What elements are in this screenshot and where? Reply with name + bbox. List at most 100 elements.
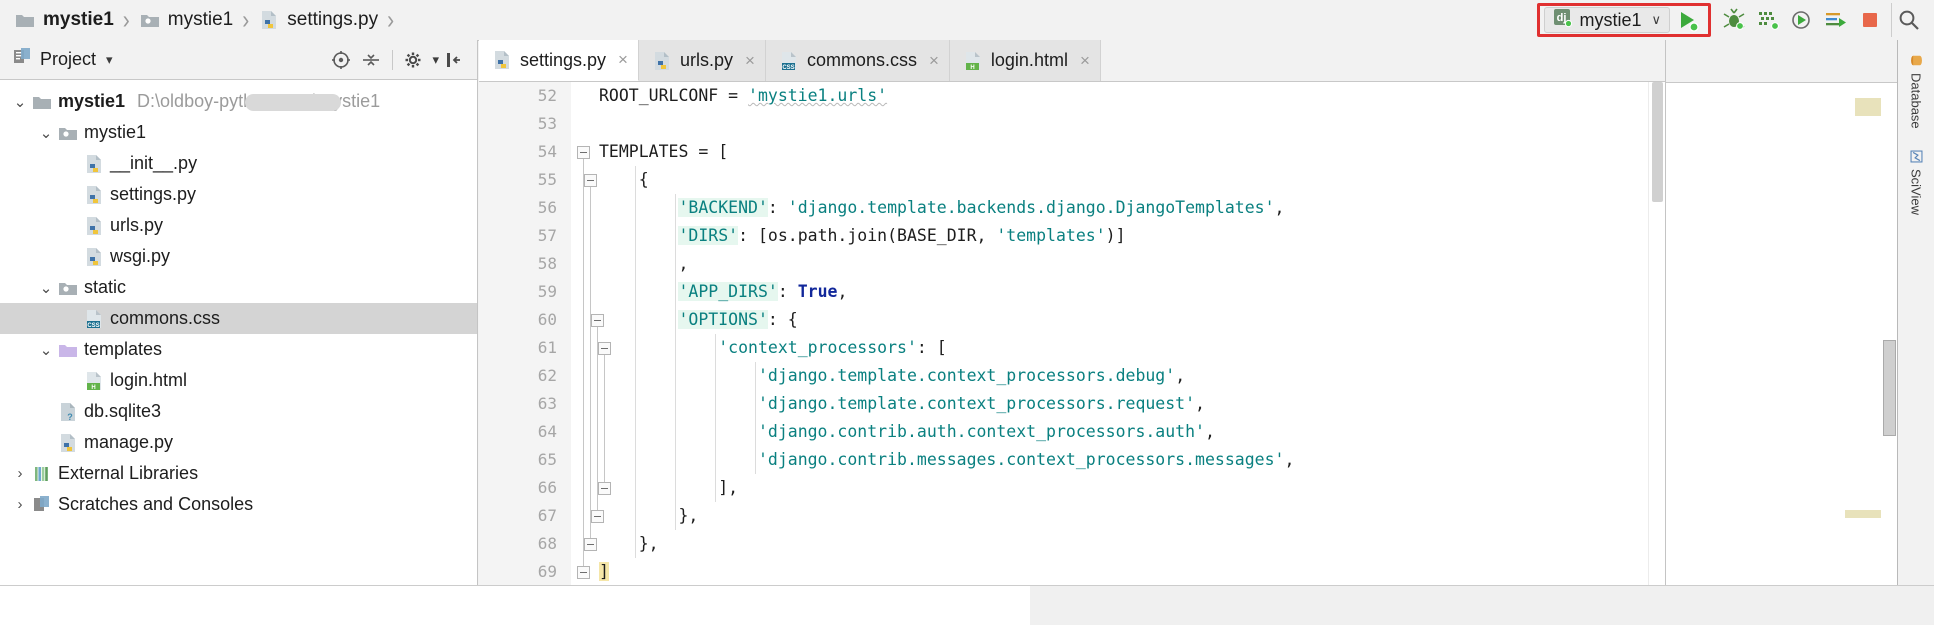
chevron-right-icon[interactable]: › (10, 465, 30, 482)
tree-item-scratches-and-consoles[interactable]: › Scratches and Consoles (0, 489, 477, 520)
status-bar-left-region (0, 586, 1030, 625)
code-line: 'django.contrib.messages.context_process… (599, 446, 1665, 474)
tree-item-commons-css[interactable]: CSS commons.css (0, 303, 477, 334)
code-token: 'context_processors' (718, 338, 917, 357)
tree-item-mystie1[interactable]: ⌄ mystie1 (0, 117, 477, 148)
tree-item-label: mystie1 (84, 122, 147, 142)
tool-window-tab-sciview[interactable]: SciView (1907, 142, 1926, 222)
code-token: , (837, 282, 848, 301)
hide-panel-button[interactable] (439, 45, 469, 75)
tree-item-manage-py[interactable]: manage.py (0, 427, 477, 458)
fold-toggle-icon[interactable] (577, 146, 590, 159)
code-token: True (797, 282, 838, 301)
project-tree[interactable]: ⌄mystie1D:\oldboy-python-s 00\mystie1⌄my… (0, 80, 477, 520)
breadcrumb-item-mystie1[interactable]: mystie1 (14, 0, 114, 40)
code-token: )] (1105, 226, 1126, 245)
tree-item-urls-py[interactable]: urls.py (0, 210, 477, 241)
breadcrumb-item-mystie1[interactable]: mystie1 (139, 0, 233, 40)
editor-tab-commons-css[interactable]: CSS commons.css × (765, 40, 950, 81)
code-line: }, (599, 502, 1665, 530)
chevron-down-icon[interactable]: ⌄ (36, 341, 56, 359)
python-file-icon (56, 432, 80, 454)
breadcrumb: mystie1 › mystie1 › settings.py › (0, 0, 403, 40)
settings-button[interactable] (399, 45, 429, 75)
close-icon[interactable]: × (618, 50, 628, 70)
chevron-down-icon[interactable]: ⌄ (36, 279, 56, 297)
tool-window-tab-label: SciView (1908, 168, 1924, 215)
tree-item-mystie1[interactable]: ⌄ mystie1 D:\oldboy-python-s 00\mystie1 (0, 86, 477, 117)
run-toolbar: dj mystie1 ∨ (1537, 0, 1934, 40)
chevron-down-icon[interactable]: ∨ (1651, 12, 1661, 28)
tree-item---init---py[interactable]: __init__.py (0, 148, 477, 179)
fold-toggle-icon[interactable] (577, 566, 590, 579)
fold-region-line (597, 327, 598, 510)
close-icon[interactable]: × (929, 51, 939, 71)
chevron-down-icon[interactable]: ▾ (106, 52, 113, 68)
secondary-scrollbar-thumb[interactable] (1883, 340, 1896, 436)
close-icon[interactable]: × (745, 51, 755, 71)
python-file-icon (651, 50, 673, 72)
top-toolbar: mystie1 › mystie1 › settings.py › dj mystie1 … (0, 0, 1934, 41)
fold-region-line (590, 187, 591, 538)
divider (392, 49, 394, 70)
code-token: 'django.template.backends.django.DjangoT… (787, 198, 1275, 217)
close-icon[interactable]: × (1080, 51, 1090, 71)
breadcrumb-item-settings-py[interactable]: settings.py (258, 0, 378, 40)
code-line: 'django.template.context_processors.debu… (599, 362, 1665, 390)
profile-button[interactable] (1785, 3, 1819, 37)
fold-toggle-icon[interactable] (584, 174, 597, 187)
svg-text:CSS: CSS (782, 65, 794, 71)
tree-item-label: manage.py (84, 432, 174, 452)
tree-item-label: mystie1 (58, 91, 126, 111)
tree-item-db-sqlite3[interactable]: ? db.sqlite3 (0, 396, 477, 427)
tree-item-static[interactable]: ⌄ static (0, 272, 477, 303)
code-line: ] (599, 558, 1665, 585)
fold-toggle-icon[interactable] (584, 538, 597, 551)
chevron-down-icon[interactable]: ⌄ (10, 93, 30, 111)
editor-tab-urls-py[interactable]: urls.py × (638, 40, 766, 81)
code-token: 'APP_DIRS' (678, 282, 778, 301)
code-token: 'django.template.context_processors.debu… (757, 366, 1176, 385)
code-line: ROOT_URLCONF = 'mystie1.urls' (599, 82, 1665, 110)
svg-text:CSS: CSS (87, 323, 99, 329)
code-content[interactable]: ROOT_URLCONF = 'mystie1.urls' TEMPLATES =… (599, 82, 1665, 585)
coverage-button[interactable] (1751, 3, 1785, 37)
run-with-console-button[interactable] (1819, 3, 1853, 37)
search-button[interactable] (1891, 3, 1926, 37)
tree-item-settings-py[interactable]: settings.py (0, 179, 477, 210)
code-token: }, (678, 506, 699, 525)
run-configuration-selector[interactable]: dj mystie1 ∨ (1544, 7, 1670, 33)
code-folding-gutter[interactable] (571, 82, 611, 585)
tree-item-label: External Libraries (58, 463, 199, 483)
svg-text:H: H (91, 385, 95, 391)
run-button[interactable] (1670, 3, 1704, 37)
tree-item-login-html[interactable]: Hlogin.html (0, 365, 477, 396)
editor-tab-login-html[interactable]: Hlogin.html × (949, 40, 1101, 81)
css-file-icon: CSS (82, 308, 106, 330)
breadcrumb-separator: › (242, 5, 250, 35)
scroll-marker (1855, 98, 1881, 116)
unknown-file-icon: ? (56, 401, 80, 423)
editor-scrollbar[interactable] (1648, 82, 1665, 585)
tool-window-tab-database[interactable]: Database (1907, 46, 1926, 136)
html-file-icon: H (82, 370, 106, 392)
locate-button[interactable] (326, 45, 356, 75)
tree-item-templates[interactable]: ⌄ templates (0, 334, 477, 365)
python-file-icon (258, 9, 280, 31)
python-file-icon (491, 49, 513, 71)
debug-button[interactable] (1717, 3, 1751, 37)
status-bar (0, 585, 1934, 625)
collapse-all-button[interactable] (356, 45, 386, 75)
templates-folder-icon (56, 339, 80, 361)
chevron-down-icon[interactable]: ⌄ (36, 124, 56, 142)
stop-button[interactable] (1853, 3, 1887, 37)
tree-item-external-libraries[interactable]: › External Libraries (0, 458, 477, 489)
breadcrumb-label: settings.py (287, 9, 379, 30)
scrollbar-thumb[interactable] (1652, 82, 1663, 202)
run-configuration-highlight: dj mystie1 ∨ (1537, 3, 1711, 37)
editor-tab-settings-py[interactable]: settings.py × (479, 40, 639, 81)
tree-item-wsgi-py[interactable]: wsgi.py (0, 241, 477, 272)
code-editor[interactable]: 52 53 54 55 56 57 58 59 60 61 62 63 64 65 66 67 68 69 ROO… (479, 82, 1665, 585)
line-number: 56 (537, 198, 557, 217)
chevron-right-icon[interactable]: › (10, 496, 30, 513)
